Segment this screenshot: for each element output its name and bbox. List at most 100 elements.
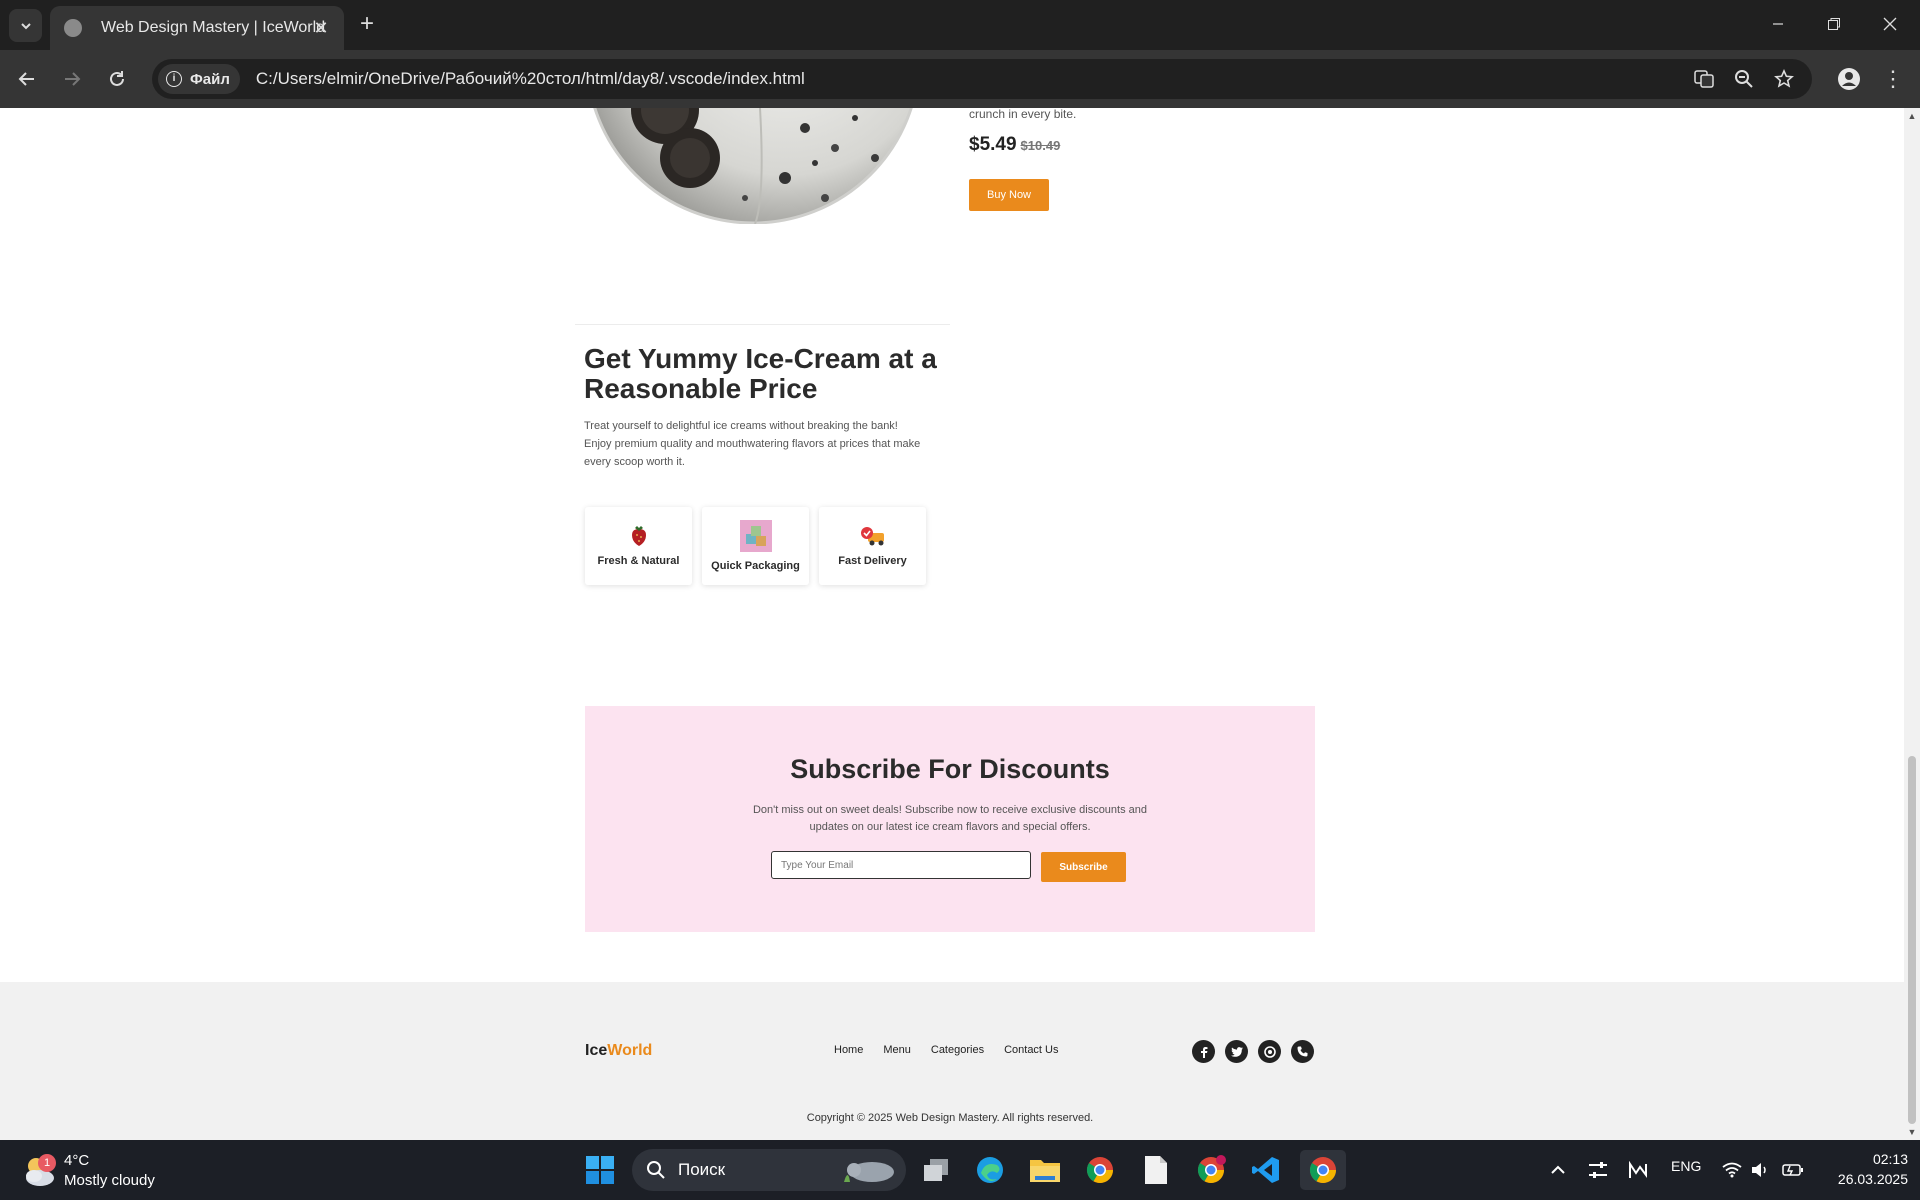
pinterest-icon[interactable] [1258, 1040, 1281, 1063]
reload-icon [110, 71, 124, 86]
arrow-left-icon [18, 72, 34, 86]
file-icon [1145, 1156, 1167, 1184]
vscode-icon [1252, 1157, 1279, 1183]
arrow-right-icon [65, 72, 81, 86]
profile-button[interactable] [1834, 64, 1864, 94]
folder-icon [1030, 1160, 1060, 1182]
site-chip-label: Файл [190, 70, 230, 88]
weather-widget[interactable]: 1 4°C Mostly cloudy [22, 1148, 172, 1192]
forward-button[interactable] [57, 64, 87, 94]
back-button[interactable] [12, 64, 42, 94]
facebook-icon[interactable] [1192, 1040, 1215, 1063]
restore-button[interactable] [1806, 0, 1862, 48]
current-price: $5.49 [969, 134, 1017, 155]
footer-nav: Home Menu Categories Contact Us [834, 1044, 1059, 1056]
reload-button[interactable] [102, 64, 132, 94]
chevron-down-icon [20, 22, 31, 29]
close-tab-icon[interactable]: ✕ [310, 17, 332, 39]
windows-icon [586, 1156, 614, 1184]
url-text[interactable]: C:/Users/elmir/OneDrive/Рабочий%20стол/h… [256, 69, 805, 89]
vscode-button[interactable] [1246, 1150, 1286, 1190]
restore-icon [1828, 18, 1840, 30]
footer-logo[interactable]: IceWorld [585, 1042, 652, 1060]
notification-badge: 1 [38, 1154, 56, 1172]
tab-title: Web Design Mastery | IceWorld [101, 19, 326, 36]
footer-link-menu[interactable]: Menu [883, 1044, 911, 1056]
feature-label: Fresh & Natural [597, 555, 680, 567]
phone-icon[interactable] [1291, 1040, 1314, 1063]
chrome-profile-button[interactable] [1191, 1150, 1231, 1190]
logo-text-world: World [607, 1042, 653, 1059]
active-tab[interactable]: Web Design Mastery | IceWorld ✕ [50, 6, 344, 50]
site-info-chip[interactable]: i Файл [158, 64, 240, 94]
scroll-up-icon[interactable]: ▲ [1904, 108, 1920, 124]
search-icon [647, 1161, 665, 1179]
close-icon [1883, 17, 1897, 31]
tray-expand-icon[interactable] [1538, 1150, 1578, 1190]
temperature: 4°C [64, 1152, 90, 1169]
edge-button[interactable] [970, 1150, 1010, 1190]
address-bar[interactable]: i Файл C:/Users/elmir/OneDrive/Рабочий%2… [152, 59, 1812, 99]
email-field[interactable] [771, 851, 1031, 879]
zoom-icon[interactable] [1732, 67, 1756, 91]
footer: IceWorld Home Menu Categories Contact Us… [0, 982, 1904, 1140]
settings-sliders-icon[interactable] [1578, 1150, 1618, 1190]
footer-link-home[interactable]: Home [834, 1044, 863, 1056]
chrome-icon [1197, 1155, 1226, 1184]
tab-search-button[interactable] [9, 9, 42, 42]
bookmark-star-icon[interactable] [1772, 67, 1796, 91]
footer-link-categories[interactable]: Categories [931, 1044, 984, 1056]
subscribe-button[interactable]: Subscribe [1041, 852, 1126, 882]
close-window-button[interactable] [1862, 0, 1918, 48]
chrome-icon [1309, 1157, 1337, 1184]
package-icon [739, 520, 772, 552]
pricing-section-text: Treat yourself to delightful ice creams … [584, 420, 921, 468]
feature-card-packaging: Quick Packaging [702, 507, 809, 585]
price-row: $5.49 $10.49 [969, 134, 1060, 156]
language-indicator[interactable]: ENG [1671, 1158, 1701, 1174]
product-description: crunch in every bite. [969, 108, 1077, 121]
chrome-button[interactable] [1080, 1150, 1120, 1190]
buy-now-button[interactable]: Buy Now [969, 179, 1049, 211]
file-explorer-button[interactable] [1025, 1150, 1065, 1190]
weather-condition: Mostly cloudy [64, 1172, 155, 1189]
taskbar-search[interactable]: Поиск [632, 1149, 906, 1191]
taskbar-clock[interactable]: 02:13 26.03.2025 [1808, 1149, 1908, 1189]
new-tab-button[interactable]: + [353, 11, 381, 39]
browser-menu-button[interactable]: ⋮ [1878, 64, 1908, 94]
activity-icon[interactable] [1618, 1150, 1658, 1190]
notepad-button[interactable] [1136, 1150, 1176, 1190]
social-links [1192, 1040, 1314, 1063]
page-scrollbar[interactable]: ▲ ▼ [1904, 108, 1920, 1140]
pricing-section-title: Get Yummy Ice-Cream at a Reasonable Pric… [584, 343, 937, 404]
feature-label: Fast Delivery [838, 555, 907, 567]
windows-taskbar: 1 4°C Mostly cloudy Поиск ENG 02:13 26.0… [0, 1140, 1920, 1200]
logo-text-ice: Ice [585, 1042, 608, 1059]
task-view-icon [924, 1159, 948, 1181]
delivery-icon [860, 527, 884, 546]
twitter-icon[interactable] [1225, 1040, 1248, 1063]
minimize-icon [1773, 23, 1783, 25]
scroll-down-icon[interactable]: ▼ [1904, 1124, 1920, 1140]
feature-label: Quick Packaging [711, 560, 800, 572]
copyright-text: Copyright © 2025 Web Design Mastery. All… [806, 1112, 1094, 1124]
subscribe-text: Don't miss out on sweet deals! Subscribe… [752, 804, 1148, 833]
profile-icon [1838, 68, 1860, 90]
manatee-icon [844, 1162, 894, 1182]
chrome-icon [1086, 1157, 1114, 1184]
scrollbar-thumb[interactable] [1908, 756, 1916, 1124]
feature-card-delivery: Fast Delivery [819, 507, 926, 585]
start-button[interactable] [580, 1150, 620, 1190]
feature-cards: Fresh & Natural Quick Packaging Fast Del… [585, 507, 926, 585]
browser-tab-bar: Web Design Mastery | IceWorld ✕ + [0, 0, 1920, 50]
subscribe-section: Subscribe For Discounts Don't miss out o… [585, 706, 1315, 932]
battery-icon[interactable] [1773, 1150, 1813, 1190]
footer-link-contact[interactable]: Contact Us [1004, 1044, 1058, 1056]
minimize-button[interactable] [1750, 0, 1806, 48]
subscribe-title: Subscribe For Discounts [790, 754, 1110, 784]
translate-icon[interactable] [1692, 67, 1716, 91]
chrome-active-button[interactable] [1300, 1150, 1346, 1190]
task-view-button[interactable] [916, 1150, 956, 1190]
info-icon: i [166, 71, 182, 87]
section-divider [575, 324, 950, 325]
